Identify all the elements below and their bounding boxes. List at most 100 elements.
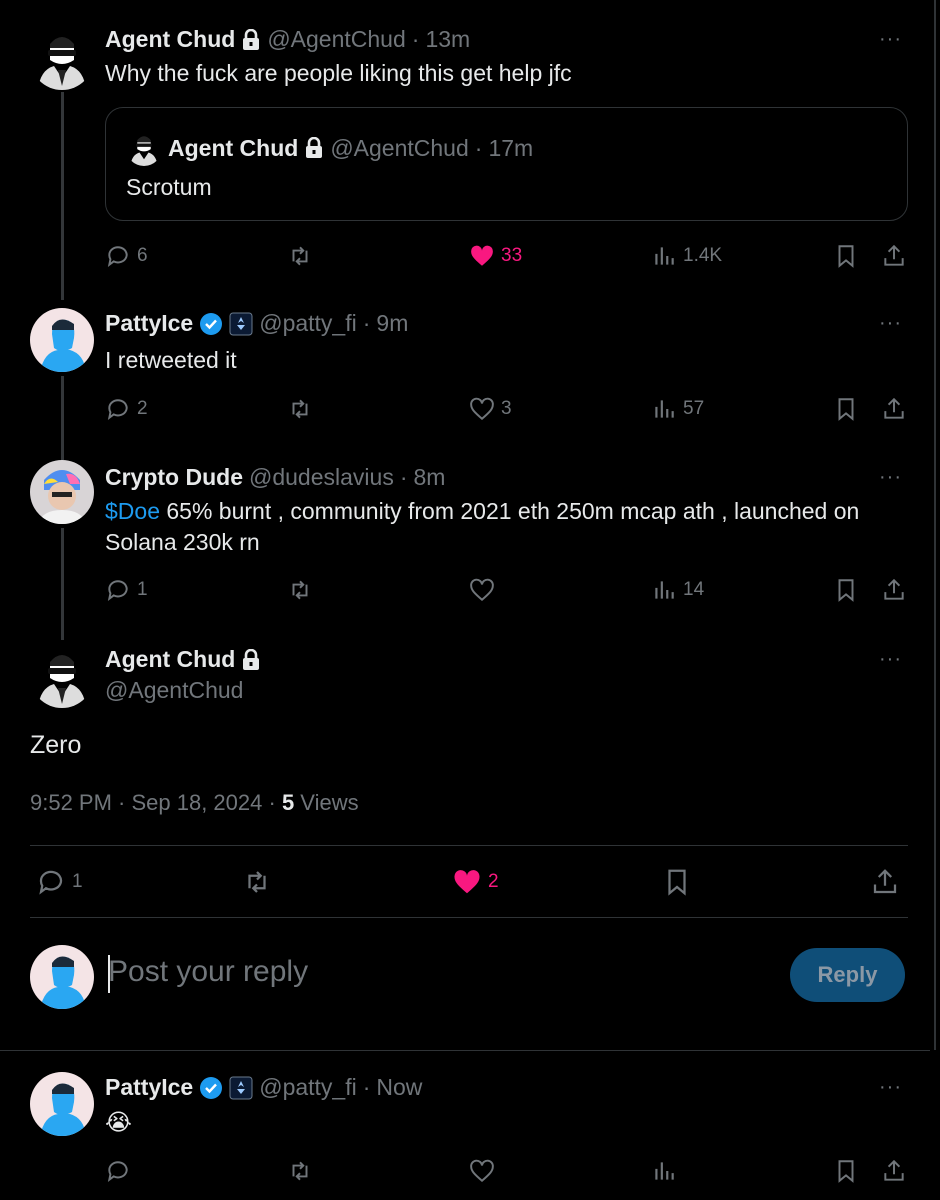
retweet-button[interactable] [287, 1158, 313, 1184]
more-options-icon[interactable]: ··· [879, 466, 902, 489]
avatar-pattyice[interactable] [30, 1072, 94, 1136]
bookmark-button[interactable] [833, 577, 859, 603]
handle[interactable]: @AgentChud [267, 26, 405, 53]
views-icon [655, 1162, 674, 1180]
tweet-agent-chud-1[interactable]: Agent Chud @AgentChud · 13m ··· Why the … [0, 0, 930, 300]
timestamp[interactable]: Now [376, 1074, 422, 1101]
like-button[interactable]: 3 [469, 396, 512, 422]
share-button[interactable] [881, 577, 907, 603]
avatar-agent-chud[interactable] [30, 26, 94, 90]
like-button[interactable]: 33 [469, 243, 522, 269]
quote-handle: @AgentChud [330, 134, 469, 161]
like-button[interactable] [469, 577, 495, 603]
tweet-text: Zero [30, 731, 82, 759]
thread-line [61, 528, 64, 640]
avatar-crypto-dude[interactable] [30, 460, 94, 524]
more-options-icon[interactable]: ··· [879, 648, 902, 671]
retweet-button[interactable] [287, 243, 313, 269]
handle[interactable]: @dudeslavius [249, 464, 394, 491]
reply-button[interactable]: 6 [105, 243, 148, 269]
retweet-button[interactable] [287, 577, 313, 603]
like-button[interactable]: 2 [452, 867, 499, 897]
bookmark-button[interactable] [662, 867, 692, 897]
reply-button[interactable]: 2 [105, 396, 148, 422]
handle[interactable]: @patty_fi [259, 1074, 357, 1101]
heart-icon [470, 1159, 494, 1183]
handle[interactable]: @patty_fi [259, 310, 357, 337]
bookmark-icon [838, 245, 854, 268]
retweet-button[interactable] [287, 396, 313, 422]
retweet-icon [292, 580, 308, 600]
views-label: Views [294, 790, 359, 815]
timestamp[interactable]: 8m [414, 464, 446, 491]
affiliate-badge-icon [229, 1076, 253, 1100]
share-icon [884, 244, 904, 266]
post-time[interactable]: 9:52 PM · Sep 18, 2024 · [30, 790, 282, 815]
quote-text: Scrotum [126, 174, 212, 200]
share-button[interactable] [870, 867, 900, 897]
views-button[interactable]: 14 [651, 577, 704, 603]
display-name[interactable]: Agent Chud [105, 646, 235, 673]
handle[interactable]: @AgentChud [105, 677, 243, 704]
bookmark-icon [838, 398, 854, 421]
display-name[interactable]: PattyIce [105, 1074, 193, 1101]
reply-input[interactable]: Post your reply [108, 955, 308, 989]
quoted-tweet[interactable]: Agent Chud @AgentChud · 17m Scrotum [105, 107, 908, 221]
retweet-icon [292, 246, 308, 266]
display-name[interactable]: PattyIce [105, 310, 193, 337]
reply-button[interactable]: 1 [36, 867, 83, 897]
reply-icon [39, 870, 63, 895]
views-count: 5 [281, 790, 295, 815]
reply-submit-button[interactable]: Reply [790, 948, 905, 1002]
view-count: 1.4K [683, 245, 723, 266]
reply-button[interactable] [105, 1158, 131, 1184]
verified-badge-icon [199, 312, 223, 336]
tweet-text-line1: 65% burnt , community from 2021 eth 250m… [159, 498, 860, 524]
retweet-button[interactable] [242, 867, 272, 897]
bookmark-button[interactable] [833, 396, 859, 422]
views-button[interactable]: 1.4K [651, 243, 722, 269]
lock-icon [241, 28, 261, 51]
view-count: 14 [683, 579, 705, 600]
timestamp[interactable]: 9m [376, 310, 408, 337]
tweet-header: Agent Chud @AgentChud · 13m [105, 26, 470, 53]
divider [30, 845, 908, 846]
reply-icon [107, 1161, 128, 1182]
like-button[interactable] [469, 1158, 495, 1184]
timestamp[interactable]: 13m [425, 26, 470, 53]
tweet-text-line2: Solana 230k rn [105, 529, 260, 555]
quote-header: Agent Chud @AgentChud · 17m [126, 130, 533, 166]
verified-badge-icon [199, 1076, 223, 1100]
display-name[interactable]: Crypto Dude [105, 464, 243, 491]
cashtag-link[interactable]: $Doe [105, 498, 160, 524]
tweet-pattyice-1[interactable]: PattyIce @patty_fi · 9m ··· I retweeted … [0, 300, 930, 460]
avatar-agent-chud[interactable] [30, 644, 94, 708]
text-caret [108, 955, 110, 993]
lock-icon [304, 137, 324, 159]
more-options-icon[interactable]: ··· [879, 1076, 902, 1099]
more-options-icon[interactable]: ··· [879, 28, 902, 51]
more-options-icon[interactable]: ··· [879, 312, 902, 335]
quote-timestamp: 17m [488, 134, 534, 161]
reply-icon [107, 399, 128, 420]
views-icon [655, 581, 674, 599]
share-button[interactable] [881, 1158, 907, 1184]
share-button[interactable] [881, 243, 907, 269]
tweet-header: PattyIce @patty_fi · Now [105, 1074, 422, 1101]
composer-avatar[interactable] [30, 945, 94, 1009]
tweet-text: Why the fuck are people liking this get … [105, 60, 572, 86]
avatar-pattyice[interactable] [30, 308, 94, 372]
views-button[interactable]: 57 [651, 396, 704, 422]
display-name[interactable]: Agent Chud [105, 26, 235, 53]
share-button[interactable] [881, 396, 907, 422]
reply-count: 2 [137, 398, 148, 419]
bookmark-button[interactable] [833, 1158, 859, 1184]
bookmark-button[interactable] [833, 243, 859, 269]
divider [30, 917, 908, 918]
views-button[interactable] [651, 1158, 677, 1184]
heart-icon [470, 578, 494, 602]
main-action-bar: 1 2 [36, 867, 908, 897]
tweet-pattyice-2[interactable]: PattyIce @patty_fi · Now ··· 😭 [0, 1050, 930, 1200]
tweet-crypto-dude[interactable]: Crypto Dude @dudeslavius · 8m ··· $Doe 6… [0, 450, 930, 640]
reply-button[interactable]: 1 [105, 577, 148, 603]
